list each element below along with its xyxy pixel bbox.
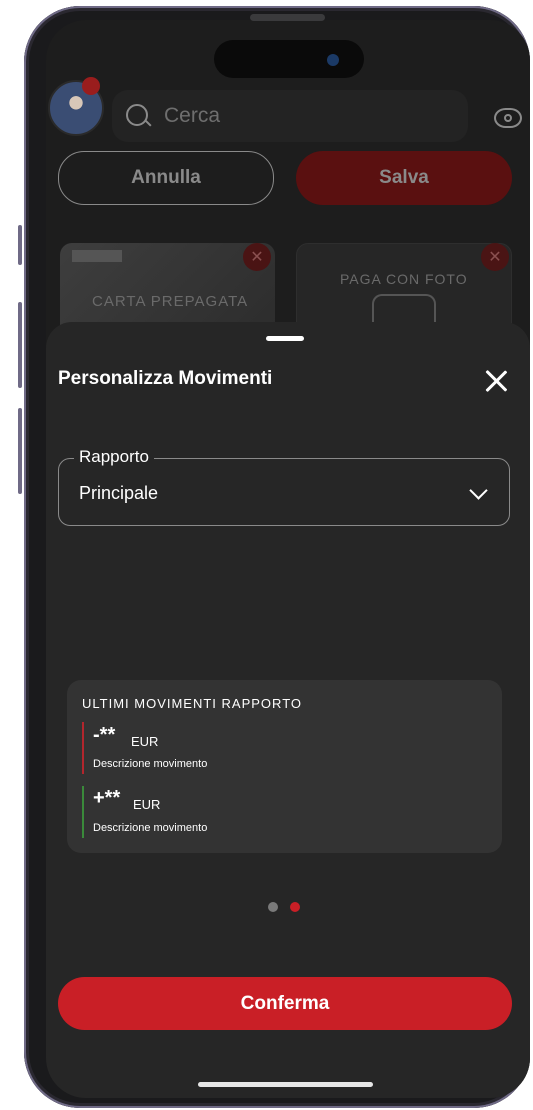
save-button[interactable]: Salva xyxy=(296,151,512,205)
remove-card-icon[interactable]: ✕ xyxy=(243,243,271,271)
pay-with-photo-label: PAGA CON FOTO xyxy=(340,271,468,287)
side-button xyxy=(18,225,22,265)
preview-title: ULTIMI MOVIMENTI RAPPORTO xyxy=(82,696,303,711)
sheet-title: Personalizza Movimenti xyxy=(58,368,273,389)
rapporto-label: Rapporto xyxy=(74,447,154,467)
close-icon[interactable] xyxy=(484,368,508,392)
home-indicator xyxy=(198,1082,373,1087)
confirm-button[interactable]: Conferma xyxy=(58,977,512,1030)
remove-card-icon[interactable]: ✕ xyxy=(481,243,509,271)
side-button xyxy=(18,408,22,494)
cancel-button[interactable]: Annulla xyxy=(58,151,274,205)
prepaid-card-label: CARTA PREPAGATA xyxy=(92,293,249,310)
movement-currency: EUR xyxy=(133,797,161,812)
movement-indicator-bar xyxy=(82,786,84,838)
card-logo xyxy=(72,250,122,262)
movement-indicator-bar xyxy=(82,722,84,774)
top-speaker xyxy=(250,14,325,21)
search-placeholder: Cerca xyxy=(164,104,221,127)
search-icon xyxy=(126,104,148,126)
pagination-dot-active[interactable] xyxy=(290,902,300,912)
pagination-dot[interactable] xyxy=(268,902,278,912)
dynamic-island xyxy=(214,40,364,78)
eye-icon[interactable] xyxy=(494,108,522,128)
notification-badge xyxy=(82,77,100,95)
movement-currency: EUR xyxy=(131,734,159,749)
side-button xyxy=(18,302,22,388)
sheet-drag-handle[interactable] xyxy=(266,336,304,341)
movement-amount: +** xyxy=(93,787,121,809)
movement-description: Descrizione movimento xyxy=(93,822,208,834)
front-camera xyxy=(327,54,339,66)
movement-amount: -** xyxy=(93,724,116,746)
rapporto-value: Principale xyxy=(79,483,159,503)
movement-description: Descrizione movimento xyxy=(93,758,208,770)
